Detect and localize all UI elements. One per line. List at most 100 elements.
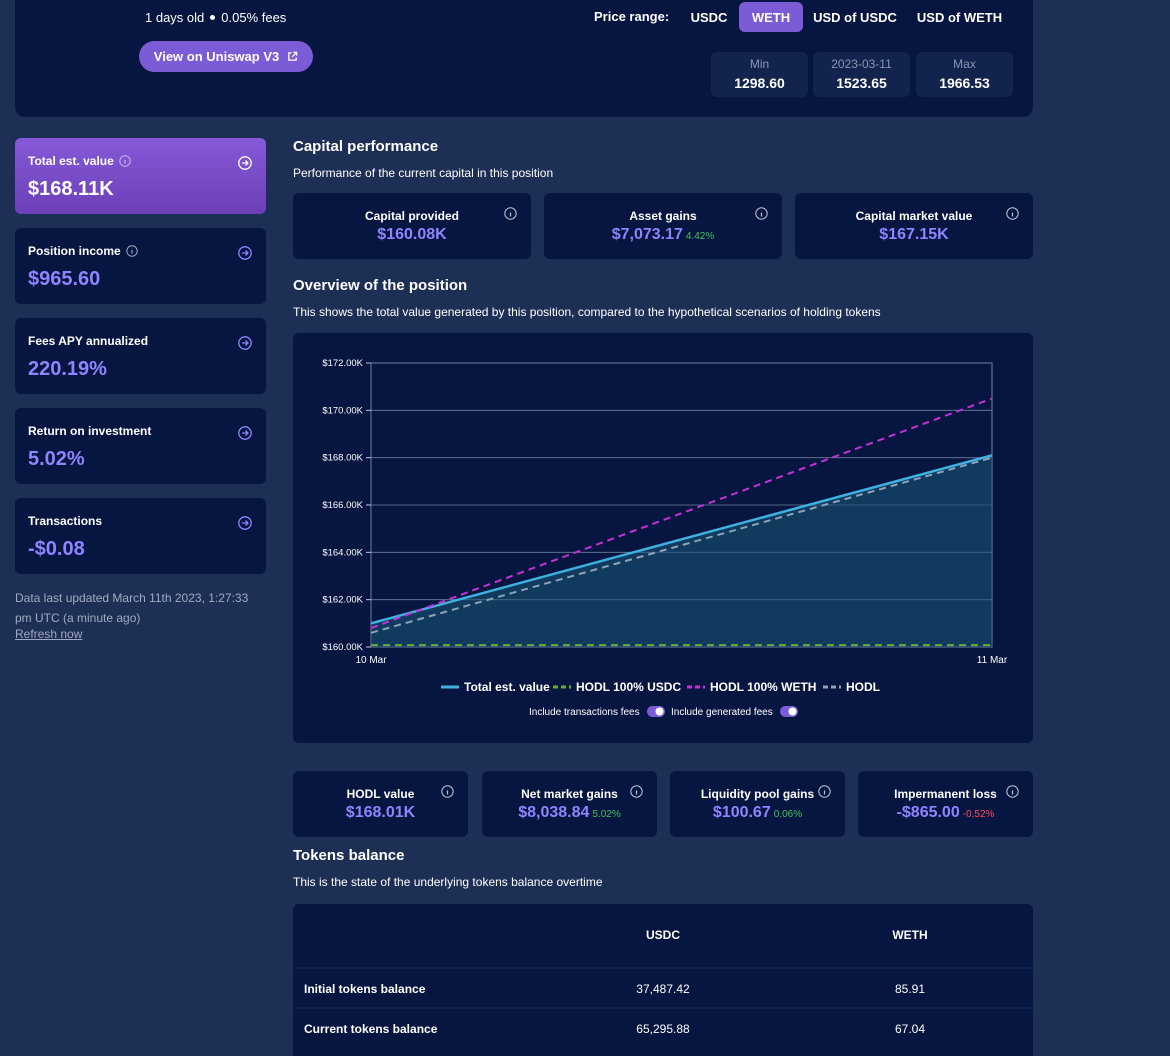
toggle-generated-fees-switch[interactable] (780, 706, 798, 717)
capital-performance-subtitle: Performance of the current capital in th… (293, 166, 554, 180)
last-updated-note: Data last updated March 11th 2023, 1:27:… (15, 591, 249, 625)
capital-performance-title: Capital performance (293, 138, 439, 155)
position-meta: 1 days old 0.05% fees (145, 10, 286, 25)
overview-title: Overview of the position (293, 277, 468, 294)
arrow-circle-right-icon[interactable] (238, 246, 252, 260)
price-range-label: Price range: (594, 9, 670, 24)
range-min-box: Min 1298.60 (711, 52, 808, 97)
series-area-total-est-value (371, 455, 992, 647)
y-tick-label: $172.00K (322, 358, 363, 369)
position-overview-chart: $160.00K $162.00K $164.00K $166.00K $168.00K… (293, 333, 1033, 743)
tokens-balance-table: USDC WETH Initial tokens balance 37,487.… (293, 904, 1033, 1056)
card-percent: 0.06% (773, 809, 803, 820)
stat-position-income[interactable]: Position income $965.60 (15, 228, 266, 304)
y-tick-label: $168.00K (322, 453, 363, 464)
range-max-label: Max (953, 57, 976, 71)
stat-label: Total est. value (28, 154, 131, 168)
card-label: Capital market value (855, 209, 973, 223)
row-weth-value: 85.91 (894, 982, 926, 996)
view-on-uniswap-button[interactable]: View on Uniswap V3 (139, 41, 313, 72)
range-min-value: 1298.60 (734, 75, 785, 91)
card-value: $168.01K (345, 804, 416, 821)
info-icon[interactable] (125, 245, 138, 257)
stat-label: Return on investment (28, 424, 152, 438)
liquidity-pool-gains-card: Liquidity pool gains $100.67 0.06% (670, 771, 845, 837)
card-percent: 5.02% (592, 809, 621, 820)
table-row: Current tokens balance 65,295.88 67.04 (293, 1007, 1033, 1047)
row-usdc-value: 37,487.42 (636, 982, 690, 996)
toggle-generated-fees-label: Include generated fees (671, 707, 773, 718)
card-value: $160.08K (377, 226, 447, 243)
toggle-transactions-fees-switch[interactable] (647, 706, 665, 717)
range-tab-weth[interactable]: WETH (739, 2, 803, 32)
stat-fees-apy[interactable]: Fees APY annualized 220.19% (15, 318, 266, 394)
legend-label: HODL 100% USDC (576, 680, 681, 694)
stat-value: 220.19% (28, 358, 107, 380)
info-icon[interactable] (1006, 785, 1019, 798)
range-tab-usd-of-usdc[interactable]: USD of USDC (810, 2, 900, 32)
capital-market-value-card: Capital market value $167.15K (795, 193, 1033, 259)
stat-total-est-value[interactable]: Total est. value $168.11K (15, 138, 266, 214)
info-icon[interactable] (119, 155, 131, 167)
y-tick-label: $162.00K (322, 595, 363, 606)
overview-subtitle: This shows the total value generated by … (293, 305, 881, 319)
impermanent-loss-card: Impermanent loss -$865.00 -0.52% (858, 771, 1033, 837)
range-tab-usd-of-weth[interactable]: USD of WETH (912, 2, 1007, 32)
stat-label: Fees APY annualized (28, 334, 149, 348)
range-max-box: Max 1966.53 (916, 52, 1013, 97)
card-value: $7,073.17 4.42% (611, 226, 715, 243)
card-value: $8,038.84 5.02% (518, 804, 621, 821)
info-icon[interactable] (818, 785, 831, 798)
hodl-value-card: HODL value $168.01K (293, 771, 468, 837)
capital-provided-card: Capital provided $160.08K (293, 193, 531, 259)
position-fee-tier: 0.05% fees (221, 10, 287, 25)
row-label: Initial tokens balance (304, 982, 426, 996)
range-current-value: 1523.65 (836, 75, 887, 91)
table-row: Initial tokens balance 37,487.42 85.91 (293, 967, 1033, 1007)
row-usdc-value: 65,295.88 (636, 1022, 690, 1036)
column-header-weth: WETH (892, 928, 928, 942)
stat-value: -$0.08 (28, 538, 85, 560)
chart-svg: $160.00K $162.00K $164.00K $166.00K $168.00K… (322, 358, 1008, 718)
arrow-circle-right-icon[interactable] (238, 516, 252, 530)
refresh-now-link[interactable]: Refresh now (15, 627, 82, 641)
stat-value: 5.02% (28, 448, 85, 470)
stat-return-on-investment[interactable]: Return on investment 5.02% (15, 408, 266, 484)
card-percent: -0.52% (962, 809, 995, 820)
card-label: Capital provided (364, 209, 459, 223)
toggle-transactions-fees-label: Include transactions fees (529, 707, 640, 718)
column-header-usdc: USDC (645, 928, 680, 942)
stat-transactions[interactable]: Transactions -$0.08 (15, 498, 266, 574)
x-tick-label: 10 Mar (355, 655, 387, 666)
info-icon[interactable] (1006, 207, 1019, 220)
info-icon[interactable] (755, 207, 768, 220)
info-icon[interactable] (504, 207, 517, 220)
y-tick-label: $164.00K (322, 547, 363, 558)
range-max-value: 1966.53 (939, 75, 990, 91)
net-market-gains-card: Net market gains $8,038.84 5.02% (482, 771, 657, 837)
legend-label: HODL 100% WETH (710, 680, 816, 694)
stat-label: Transactions (28, 514, 103, 528)
stat-value: $168.11K (28, 178, 114, 200)
x-tick-label: 11 Mar (977, 655, 1008, 666)
card-label: Asset gains (629, 209, 697, 223)
stat-value: $965.60 (28, 268, 101, 290)
arrow-circle-right-icon[interactable] (238, 156, 252, 170)
y-tick-label: $170.00K (322, 405, 363, 416)
arrow-circle-right-icon[interactable] (238, 426, 252, 440)
arrow-circle-right-icon[interactable] (238, 336, 252, 350)
stat-label: Position income (28, 244, 138, 258)
legend-label: Total est. value (464, 680, 550, 694)
view-on-uniswap-label: View on Uniswap V3 (153, 49, 280, 64)
row-weth-value: 67.04 (894, 1022, 926, 1036)
info-icon[interactable] (441, 785, 454, 798)
card-value: -$865.00 -0.52% (896, 804, 995, 821)
y-tick-label: $160.00K (322, 642, 363, 653)
info-icon[interactable] (630, 785, 643, 798)
card-percent: 4.42% (685, 231, 715, 242)
card-value: $167.15K (879, 226, 949, 243)
range-tab-usdc[interactable]: USDC (684, 2, 734, 32)
range-current-date: 2023-03-11 (831, 57, 892, 71)
tokens-balance-title: Tokens balance (293, 847, 405, 864)
row-label: Current tokens balance (304, 1022, 438, 1036)
